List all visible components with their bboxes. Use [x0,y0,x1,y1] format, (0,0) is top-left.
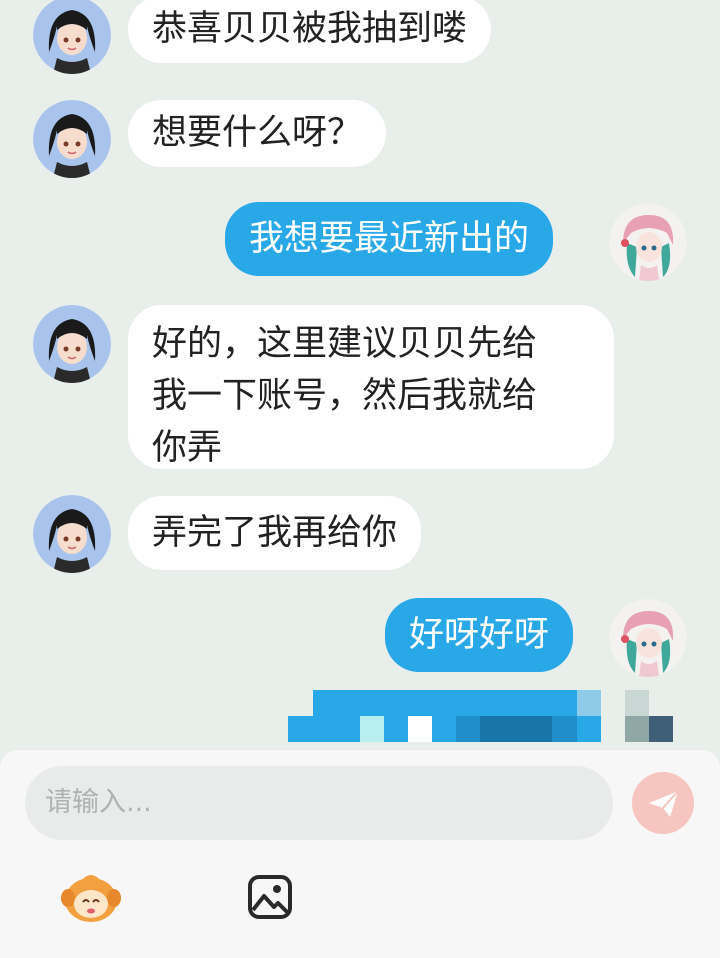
message-line: 你弄 [152,428,223,468]
message-bubble-incoming[interactable]: 弄完了我再给你 [128,496,422,570]
message-bubble-incoming[interactable]: 好的，这里建议贝贝先给 我一下账号，然后我就给 你弄 [128,305,614,469]
my-avatar[interactable] [609,203,687,281]
message-composer: 请输入... [0,750,720,958]
message-bubble-outgoing[interactable]: 我想要最近新出的 [225,202,554,276]
image-button[interactable] [247,874,293,920]
contact-avatar[interactable] [33,495,111,573]
message-input[interactable]: 请输入... [25,766,613,840]
contact-avatar[interactable] [33,100,111,178]
send-button[interactable] [632,772,694,834]
image-icon [248,875,292,919]
message-bubble-outgoing[interactable]: 好呀好呀 [385,598,574,672]
message-line: 好的，这里建议贝贝先给 [152,324,538,364]
message-bubble-incoming[interactable]: 想要什么呀？ [128,100,387,167]
chat-area: 恭喜贝贝被我抽到喽 想要什么呀？ 我想要最近新出的 好的，这里建议贝贝先给 我一… [0,0,720,750]
contact-avatar[interactable] [33,0,111,74]
my-avatar[interactable] [609,599,687,677]
send-icon [649,790,679,817]
mascot-emoji-icon [61,875,121,922]
emoji-button[interactable] [60,868,122,928]
message-bubble-incoming[interactable]: 恭喜贝贝被我抽到喽 [128,0,492,63]
contact-avatar[interactable] [33,305,111,383]
message-line: 我一下账号，然后我就给 [152,376,538,416]
